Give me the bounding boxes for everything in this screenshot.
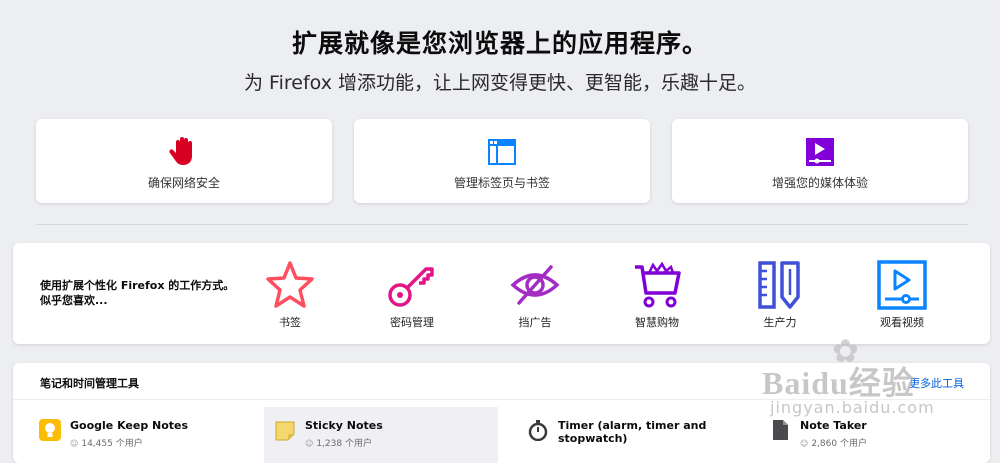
addon-users: 1,238 个用户 — [305, 436, 372, 449]
addon-item[interactable]: Timer (alarm, timer and stopwatch) — [517, 407, 751, 463]
hand-stop-icon — [169, 137, 192, 165]
feature-card-tabs[interactable]: 管理标签页与书签 — [354, 119, 650, 203]
star-icon — [266, 261, 314, 308]
addon-item[interactable]: Sticky Notes 1,238 个用户 — [264, 407, 498, 463]
category-label: 观看视频 — [880, 316, 924, 329]
page-subtitle: 为 Firefox 增添功能，让上网变得更快、更智能，乐趣十足。 — [244, 72, 756, 94]
category-label: 书签 — [279, 316, 301, 329]
feature-card-media[interactable]: 增强您的媒体体验 — [672, 119, 968, 203]
section-divider — [36, 224, 968, 225]
notes-tools-card: 笔记和时间管理工具 更多此工具 Google Keep Notes 14,455… — [13, 363, 990, 463]
stopwatch-icon — [528, 420, 548, 441]
addon-item[interactable]: Note Taker 2,860 个用户 — [759, 407, 959, 463]
page-title: 扩展就像是您浏览器上的应用程序。 — [291, 29, 708, 58]
addon-name: Google Keep Notes — [70, 419, 189, 432]
addon-name: Note Taker — [800, 419, 867, 432]
bulb-icon — [39, 419, 61, 441]
category-label: 挡广告 — [518, 316, 552, 329]
category-bookmarks[interactable]: 书签 — [245, 259, 335, 330]
feature-label: 增强您的媒体体验 — [771, 176, 868, 190]
section-divider — [13, 399, 990, 400]
category-label: 密码管理 — [390, 316, 434, 329]
category-ad-block[interactable]: 挡广告 — [490, 259, 580, 330]
category-card: 使用扩展个性化 Firefox 的工作方式。似乎您喜欢... 书签 密码管理 挡… — [13, 243, 990, 344]
category-password-manager[interactable]: 密码管理 — [367, 259, 457, 330]
category-label: 智慧购物 — [635, 316, 679, 329]
feature-label: 管理标签页与书签 — [453, 176, 550, 190]
document-icon — [773, 420, 788, 440]
category-watch-video[interactable]: 观看视频 — [857, 259, 947, 330]
video-player-icon — [877, 260, 927, 310]
feature-card-security[interactable]: 确保网络安全 — [36, 119, 332, 203]
see-more-link[interactable]: 更多此工具 — [909, 375, 964, 391]
section-title: 笔记和时间管理工具 — [40, 377, 139, 390]
category-prompt: 使用扩展个性化 Firefox 的工作方式。似乎您喜欢... — [40, 279, 235, 307]
category-productivity[interactable]: 生产力 — [735, 259, 825, 330]
shopping-cart-icon — [635, 261, 681, 308]
category-shopping[interactable]: 智慧购物 — [612, 259, 702, 330]
key-icon — [388, 267, 434, 307]
addon-users: 2,860 个用户 — [800, 436, 867, 449]
feature-label: 确保网络安全 — [147, 176, 220, 190]
addon-name: Sticky Notes — [305, 419, 383, 432]
media-play-icon — [806, 138, 834, 166]
addon-item[interactable]: Google Keep Notes 14,455 个用户 — [29, 407, 263, 463]
sticky-note-icon — [275, 421, 295, 441]
browser-window-icon — [488, 139, 516, 165]
ruler-pencil-icon — [758, 261, 800, 309]
category-label: 生产力 — [763, 316, 797, 329]
addon-name: Timer (alarm, timer and stopwatch) — [558, 419, 707, 445]
eye-slash-icon — [510, 265, 560, 305]
addon-users: 14,455 个用户 — [70, 436, 142, 449]
